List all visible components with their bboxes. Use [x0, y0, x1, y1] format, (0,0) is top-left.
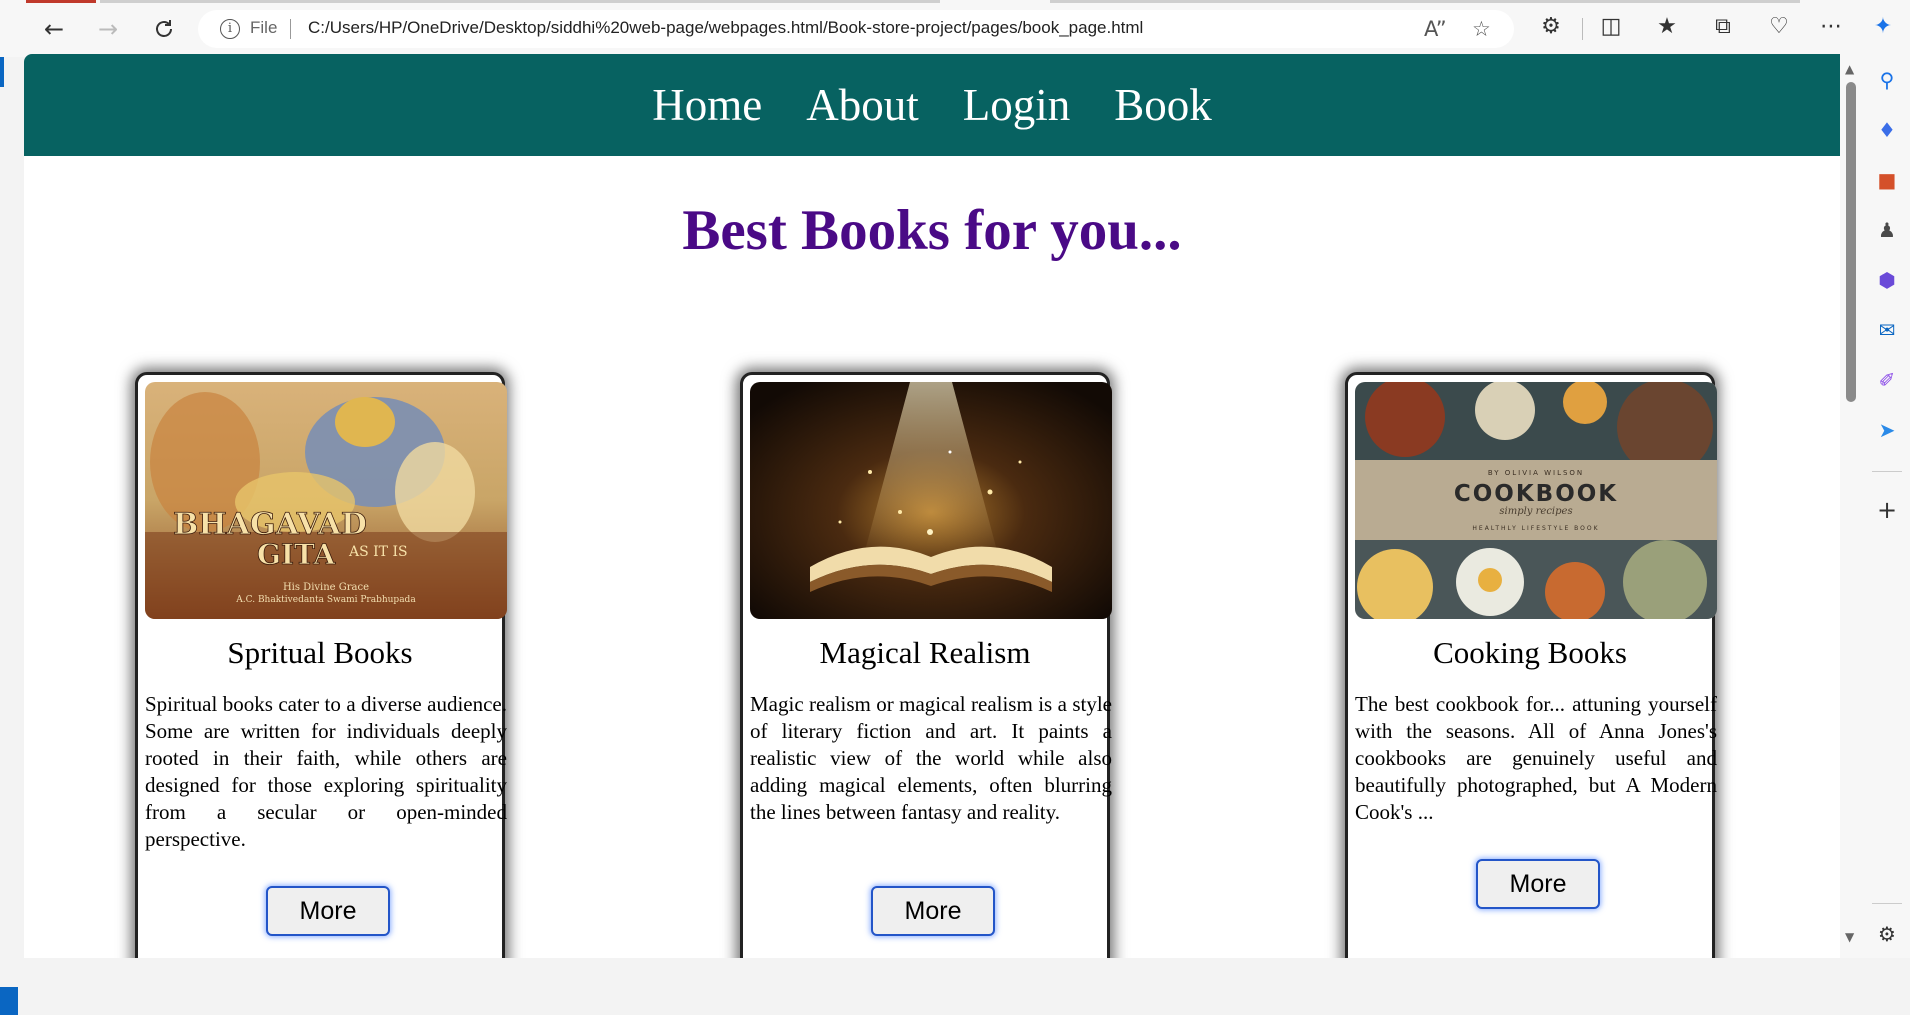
card-description: The best cookbook for... attuning yourse… [1355, 692, 1717, 824]
arrow-right-icon: → [97, 15, 119, 43]
card-description: Spiritual books cater to a diverse audie… [145, 692, 507, 851]
cover-title-suffix: AS IT IS [348, 544, 408, 560]
book-cover-image: BHAGAVAD GITA AS IT IS His Divine Grace … [145, 382, 507, 619]
book-cover-image [750, 382, 1112, 619]
browser-sidebar: ⚲ ♦ ■ ♟ ⬢ ✉ ✐ ➤ + ⚙ [1864, 57, 1910, 958]
heart-pulse-icon[interactable]: ♡ [1764, 14, 1794, 39]
more-icon[interactable]: ⋯ [1816, 14, 1846, 39]
page-title: Best Books for you... [682, 199, 1182, 262]
refresh-button[interactable] [146, 12, 182, 46]
book-cover-image: BY OLIVIA WILSON COOKBOOK simply recipes… [1355, 382, 1717, 619]
outlook-icon[interactable]: ✉ [1874, 317, 1900, 343]
toolbar-divider [1582, 18, 1583, 40]
address-separator [290, 19, 291, 39]
card-title: Cooking Books [1433, 635, 1627, 670]
nav-home[interactable]: Home [652, 79, 762, 131]
cover-title: COOKBOOK [1454, 481, 1618, 507]
tab-indicator [26, 0, 96, 3]
scroll-thumb[interactable] [1846, 82, 1856, 402]
page-scrollbar[interactable]: ▲ ▼ [1840, 54, 1864, 958]
nav-login[interactable]: Login [963, 79, 1071, 131]
more-button[interactable]: More [266, 886, 390, 936]
more-button[interactable]: More [871, 886, 995, 936]
arrow-left-icon: ← [43, 15, 65, 43]
left-edge [0, 57, 20, 1015]
cookbook-cover-illustration: BY OLIVIA WILSON COOKBOOK simply recipes… [1355, 382, 1717, 619]
refresh-icon [156, 20, 172, 37]
toolbox-icon[interactable]: ■ [1874, 167, 1900, 193]
card-title: Spritual Books [227, 635, 413, 670]
send-icon[interactable]: ➤ [1874, 417, 1900, 443]
copilot-icon[interactable]: ✦ [1868, 14, 1898, 39]
tab-strip-hint [100, 0, 940, 3]
card-description: Magic realism or magical realism is a st… [750, 692, 1112, 824]
puzzle-icon[interactable]: ⚙ [1536, 14, 1566, 39]
cover-byline2: A.C. Bhaktivedanta Swami Prabhupada [235, 595, 416, 605]
book-card-cooking: BY OLIVIA WILSON COOKBOOK simply recipes… [1345, 372, 1717, 958]
book-card-magical-realism: Magical Realism Magic realism or magical… [740, 372, 1112, 958]
cover-title-line2: GITA [257, 538, 336, 571]
collections-icon[interactable]: ⧉ [1708, 14, 1738, 39]
tag-icon[interactable]: ♦ [1874, 117, 1900, 143]
magic-book-illustration [750, 382, 1112, 619]
info-icon[interactable]: i [220, 19, 240, 39]
search-icon[interactable]: ⚲ [1874, 67, 1900, 93]
favorites-icon[interactable]: ★ [1652, 14, 1682, 39]
left-edge-accent-bottom [0, 987, 18, 1015]
back-button[interactable]: ← [36, 12, 72, 46]
nav-book[interactable]: Book [1114, 79, 1212, 131]
sidebar-divider-bottom [1872, 903, 1902, 904]
address-url[interactable]: C:/Users/HP/OneDrive/Desktop/siddhi%20we… [308, 18, 1143, 38]
cover-subtitle: simply recipes [1499, 506, 1572, 517]
microsoft365-icon[interactable]: ⬢ [1874, 267, 1900, 293]
gear-icon[interactable]: ⚙ [1874, 921, 1900, 947]
gita-cover-illustration: BHAGAVAD GITA AS IT IS His Divine Grace … [145, 382, 507, 619]
book-card-spiritual: BHAGAVAD GITA AS IT IS His Divine Grace … [135, 372, 507, 958]
card-title: Magical Realism [819, 635, 1031, 670]
sidebar-divider [1872, 471, 1902, 472]
site-navbar: Home About Login Book [24, 54, 1840, 156]
scroll-up-icon[interactable]: ▲ [1845, 62, 1854, 76]
cover-tagline: HEALTHLY LIFESTYLE BOOK [1472, 525, 1599, 532]
tab-strip-hint-2 [1050, 0, 1800, 3]
read-aloud-icon[interactable]: A” [1424, 17, 1447, 41]
page-viewport: Home About Login Book Best Books for you… [24, 54, 1840, 958]
cover-title-line1: BHAGAVAD [173, 507, 367, 542]
left-edge-accent [0, 57, 4, 87]
scroll-down-icon[interactable]: ▼ [1845, 930, 1854, 944]
designer-icon[interactable]: ✐ [1874, 367, 1900, 393]
add-icon[interactable]: + [1874, 496, 1900, 524]
cover-byline1: His Divine Grace [283, 582, 369, 593]
forward-button[interactable]: → [90, 12, 126, 46]
more-button[interactable]: More [1476, 859, 1600, 909]
browser-toolbar: ← → i File C:/Users/HP/OneDrive/Desktop/… [0, 0, 1910, 57]
games-icon[interactable]: ♟ [1874, 217, 1900, 243]
address-bar[interactable]: i File C:/Users/HP/OneDrive/Desktop/sidd… [198, 10, 1514, 48]
split-screen-icon[interactable]: ◫ [1596, 14, 1626, 39]
address-prefix: File [250, 18, 278, 37]
star-icon[interactable]: ☆ [1472, 17, 1491, 41]
cover-author: BY OLIVIA WILSON [1488, 469, 1584, 477]
nav-about[interactable]: About [806, 79, 919, 131]
